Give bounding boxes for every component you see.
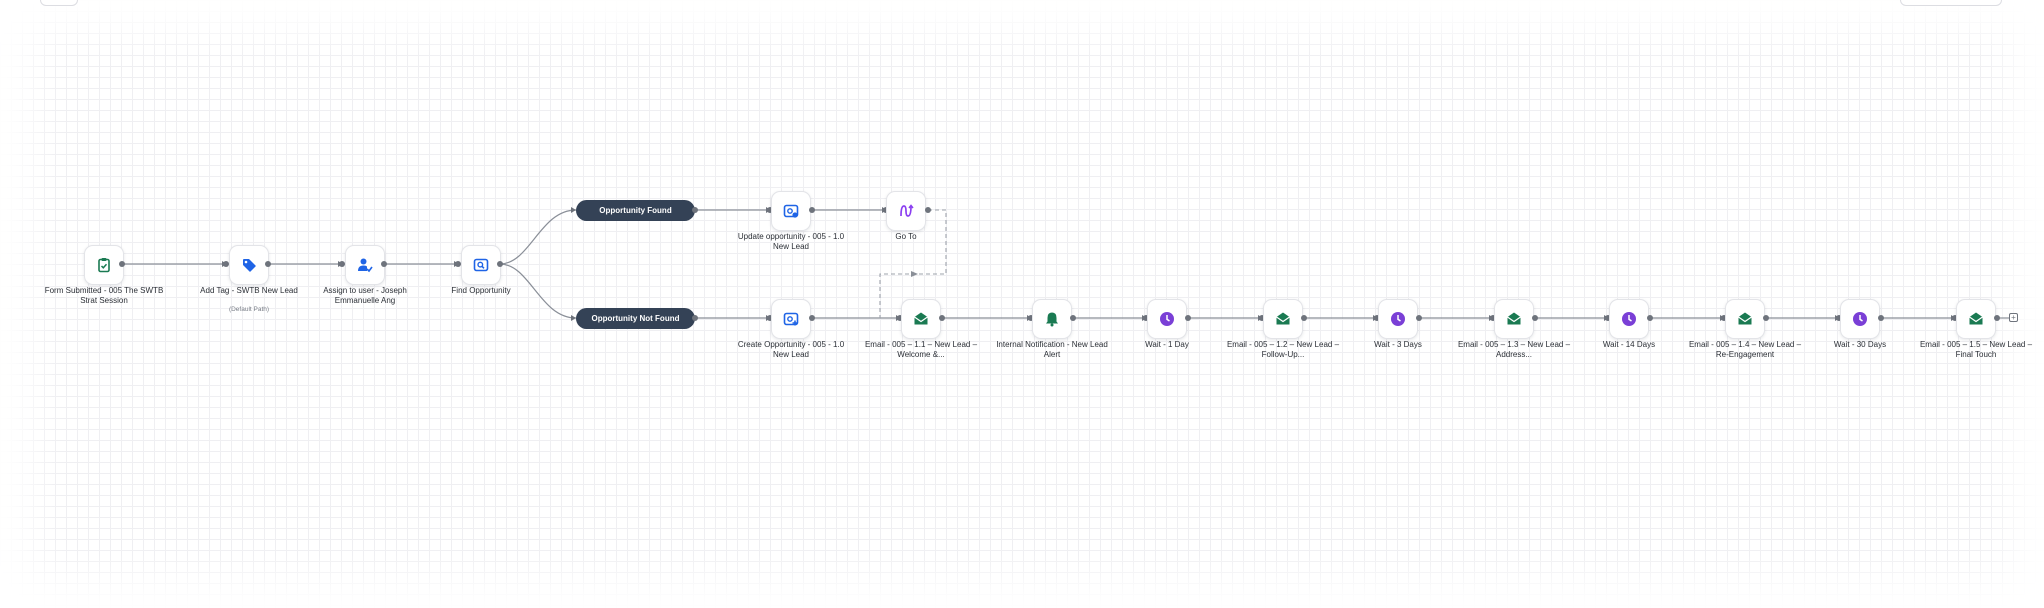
node-label: Add Tag - SWTB New Lead (200, 286, 298, 295)
output-port[interactable] (925, 207, 931, 213)
email-node-1-3[interactable] (1494, 299, 1534, 339)
wait-node-3-days[interactable] (1378, 299, 1418, 339)
wait-node-14-days[interactable] (1609, 299, 1649, 339)
envelope-icon (1507, 312, 1521, 325)
node-label: Wait - 14 Days (1602, 340, 1656, 349)
create-opportunity-icon (783, 312, 799, 326)
output-port[interactable] (809, 315, 815, 321)
node-label: Email - 005 – 1.4 – New Lead – Re-Engage… (1688, 340, 1802, 359)
output-port[interactable] (1301, 315, 1307, 321)
trigger-form-submitted-node[interactable] (84, 245, 124, 285)
branch-opportunity-not-found[interactable]: Opportunity Not Found (576, 308, 695, 329)
wait-node-1-day[interactable] (1147, 299, 1187, 339)
node-label: Assign to user - Joseph Emmanuelle Ang (323, 286, 407, 305)
node-label: Form Submitted - 005 The SWTB Strat Sess… (44, 286, 164, 305)
node-label: Wait - 1 Day (1145, 340, 1189, 349)
output-port[interactable] (809, 207, 815, 213)
goto-node[interactable] (886, 191, 926, 231)
create-opportunity-node[interactable] (771, 299, 811, 339)
node-label: Create Opportunity - 005 - 1.0 New Lead (737, 340, 845, 359)
clipboard-icon (98, 258, 110, 273)
node-label: Update opportunity - 005 - 1.0 New Lead (737, 232, 845, 251)
output-port[interactable] (1763, 315, 1769, 321)
output-port[interactable] (1994, 315, 2000, 321)
update-opportunity-icon (783, 204, 799, 218)
node-label: Email - 005 – 1.5 – New Lead – Final Tou… (1919, 340, 2033, 359)
output-port[interactable] (1416, 315, 1422, 321)
output-port[interactable] (265, 261, 271, 267)
node-label: Internal Notification - New Lead Alert (996, 340, 1108, 359)
output-port[interactable] (939, 315, 945, 321)
output-port[interactable] (692, 207, 698, 213)
output-port[interactable] (1878, 315, 1884, 321)
wait-node-30-days[interactable] (1840, 299, 1880, 339)
goto-arrowhead (911, 271, 918, 277)
output-port[interactable] (1532, 315, 1538, 321)
output-port[interactable] (497, 261, 503, 267)
find-opportunity-icon (473, 258, 489, 272)
node-label: Find Opportunity (451, 286, 511, 295)
node-label: Go To (895, 232, 917, 241)
node-label: Wait - 30 Days (1833, 340, 1887, 349)
output-port[interactable] (381, 261, 387, 267)
add-tag-node[interactable] (229, 245, 269, 285)
internal-notification-node[interactable] (1032, 299, 1072, 339)
goto-icon (900, 204, 914, 217)
bell-icon (1046, 312, 1058, 327)
envelope-icon (1969, 312, 1983, 325)
assign-user-node[interactable] (345, 245, 385, 285)
default-path-label: (Default Path) (228, 306, 270, 313)
output-port[interactable] (1647, 315, 1653, 321)
envelope-icon (1276, 312, 1290, 325)
branch-opportunity-found[interactable]: Opportunity Found (576, 200, 695, 221)
output-port[interactable] (1185, 315, 1191, 321)
node-label: Email - 005 – 1.3 – New Lead – Address..… (1457, 340, 1571, 359)
node-label: Email - 005 – 1.1 – New Lead – Welcome &… (864, 340, 978, 359)
update-opportunity-node[interactable] (771, 191, 811, 231)
email-node-1-4[interactable] (1725, 299, 1765, 339)
add-step-button[interactable]: + (2009, 313, 2018, 322)
clock-icon (1160, 312, 1174, 326)
connector-line (499, 209, 577, 265)
envelope-icon (1738, 312, 1752, 325)
output-port[interactable] (692, 315, 698, 321)
output-port[interactable] (1070, 315, 1076, 321)
email-node-1-5[interactable] (1956, 299, 1996, 339)
email-node-1-2[interactable] (1263, 299, 1303, 339)
find-opportunity-node[interactable] (461, 245, 501, 285)
clock-icon (1391, 312, 1405, 326)
node-label: Email - 005 – 1.2 – New Lead – Follow-Up… (1226, 340, 1340, 359)
output-port[interactable] (119, 261, 125, 267)
email-node-1-1[interactable] (901, 299, 941, 339)
assign-user-icon (358, 258, 373, 273)
envelope-icon (914, 312, 928, 325)
tag-icon (243, 259, 256, 272)
node-label: Wait - 3 Days (1374, 340, 1422, 349)
clock-icon (1622, 312, 1636, 326)
clock-icon (1853, 312, 1867, 326)
